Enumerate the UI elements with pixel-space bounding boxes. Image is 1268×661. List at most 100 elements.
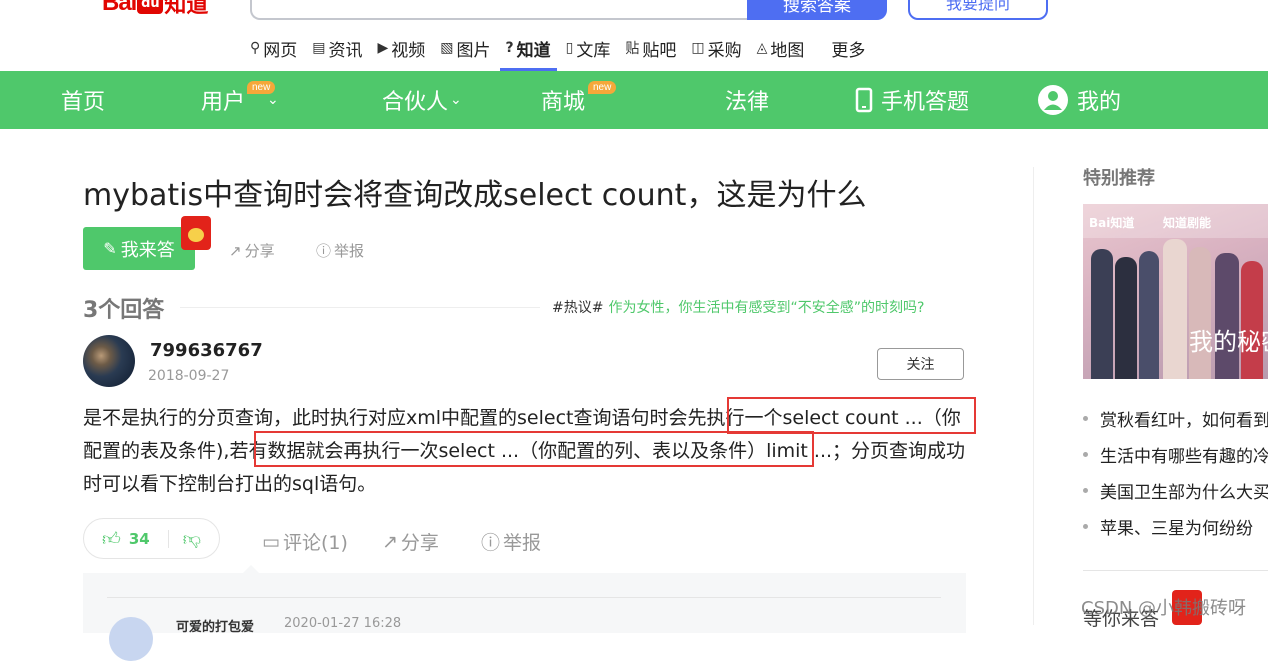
main-nav-mobile-label: 手机答题 [881,90,970,115]
chevron-down-icon: ⌄ [267,92,279,108]
shop-icon: ◫ [691,40,705,56]
search-nav: ⚲ 网页 ▤ 资讯 ▶ 视频 ▧ 图片 ? 知道 ▯ 文库 贴贴吧 ◫ 采购 ◬ 地图 更多 [250,36,880,71]
recommend-banner[interactable]: Bai知道 知道剧能 我的秘密 [1083,204,1268,379]
question-title: mybatis中查询时会将查询改成select count，这是为什么 [83,178,867,213]
watermark: CSDN @小韩搬砖呀 [1081,598,1247,619]
main-nav-partner-label: 合伙人 [382,90,449,115]
avatar[interactable] [83,335,135,387]
list-item[interactable]: 苹果、三星为何纷纷 [1083,508,1268,544]
main-nav-home[interactable]: 首页 [61,71,105,129]
doc-icon: ▯ [565,40,574,56]
main-nav-law-label: 法律 [725,90,770,115]
new-badge: new [588,81,617,94]
divider [167,529,169,548]
main-nav-mobile[interactable]: 手机答题 [855,71,969,129]
nav-caigou[interactable]: ◫ 采购 [691,36,741,61]
highlight-box [254,431,814,467]
top-header: Bai du 知道 搜索答案 我要提问 ⚲ 网页 ▤ 资讯 ▶ 视频 ▧ 图片 ? 知道 … [0,0,1268,71]
banner-figure [1189,247,1211,379]
follow-button[interactable]: 关注 [877,348,964,380]
search-input[interactable] [250,0,747,20]
comment-avatar[interactable] [109,617,153,661]
banner-show: 知道剧能 [1163,216,1212,230]
main-nav-partner[interactable]: 合伙人 ⌄ [382,71,462,129]
image-icon: ▧ [440,40,454,56]
edit-icon: ✎ [103,239,117,258]
main-nav-bar: 首页 用户 ⌄ new 合伙人 ⌄ 商城 new 法律 手机答题 我的 [0,71,1268,129]
main-nav-mall-label: 商城 [541,90,586,115]
hot-topic-link[interactable]: #热议# 作为女性，你生活中有感受到“不安全感”的时刻吗? [552,297,924,317]
divider [180,307,540,308]
banner-figure [1115,257,1137,379]
red-envelope-icon[interactable] [181,216,211,250]
list-item[interactable]: 赏秋看红叶，如何看到 [1083,400,1268,436]
question-share[interactable]: ↗ 分享 [229,240,275,261]
nav-zhidao-label: 知道 [516,40,551,61]
hot-topic-tag: #热议# [552,300,604,316]
nav-web-label: 网页 [263,40,298,61]
list-item[interactable]: 生活中有哪些有趣的冷 [1083,436,1268,472]
user-icon [1038,85,1068,115]
main-nav-mall[interactable]: 商城 [541,71,585,129]
comment-button[interactable]: ▭ 评论(1) [262,528,348,555]
nav-news[interactable]: ▤ 资讯 [312,36,363,61]
nav-wenku[interactable]: ▯ 文库 [565,36,611,61]
main-nav-law[interactable]: 法律 [725,71,769,129]
recommend-list: 赏秋看红叶，如何看到 生活中有哪些有趣的冷 美国卫生部为什么大买 苹果、三星为何… [1083,400,1268,544]
sidebar-title: 特别推荐 [1083,168,1155,189]
divider [107,597,941,598]
like-count: 34 [128,529,150,548]
news-icon: ▤ [312,40,326,56]
highlight-box [727,397,976,434]
answer-date: 2018-09-27 [148,368,230,384]
main-nav-mine[interactable]: 我的 [1038,71,1121,129]
list-item[interactable]: 美国卫生部为什么大买 [1083,472,1268,508]
main-nav-mine-label: 我的 [1077,90,1122,115]
phone-icon [855,87,873,113]
ask-question-button[interactable]: 我要提问 [908,0,1048,20]
main-nav-home-label: 首页 [61,90,106,115]
nav-map[interactable]: ◬ 地图 [757,36,805,61]
banner-figure [1139,251,1159,379]
nav-tieba-label: 贴吧 [642,40,677,61]
search-icon: ⚲ [250,40,261,56]
baidu-zhidao-logo[interactable]: Bai du 知道 [102,0,208,18]
nav-map-label: 地图 [770,40,805,61]
nav-web[interactable]: ⚲ 网页 [250,36,298,61]
banner-figure [1241,261,1263,379]
thumbs-up-icon[interactable]: 👍︎ [102,528,121,550]
answer-report-label: 举报 [503,532,542,554]
main-nav-user-label: 用户 [201,90,246,115]
nav-tieba[interactable]: 贴贴吧 [625,36,677,61]
nav-image[interactable]: ▧ 图片 [440,36,491,61]
banner-figure [1091,249,1113,379]
nav-video[interactable]: ▶ 视频 [377,36,426,61]
answer-report[interactable]: ⓘ 举报 [481,528,541,555]
comment-icon: ▭ [262,530,280,553]
main-nav-user[interactable]: 用户 ⌄ [201,71,279,129]
answer-share-label: 分享 [400,532,439,554]
search-button[interactable]: 搜索答案 [747,0,887,20]
list-item-label: 赏秋看红叶，如何看到 [1100,410,1268,431]
bullet-icon [1083,415,1088,421]
banner-brand: Bai知道 [1089,216,1135,230]
divider [1083,570,1268,571]
answer-button[interactable]: ✎ 我来答 [83,227,195,270]
nav-image-label: 图片 [456,40,491,61]
chevron-down-icon: ⌄ [450,92,462,108]
nav-wenku-label: 文库 [576,40,611,61]
answer-share[interactable]: ↗ 分享 [382,528,439,555]
answer-count: 3个回答 [83,298,165,323]
question-report[interactable]: ⓘ 举报 [316,240,364,261]
nav-zhidao[interactable]: ? 知道 [499,36,557,71]
vote-box: 👍︎ 34 👎︎ [83,518,220,559]
thumbs-down-icon[interactable]: 👎︎ [183,528,201,550]
comment-date: 2020-01-27 16:28 [284,616,402,631]
nav-news-label: 资讯 [328,40,363,61]
nav-more[interactable]: 更多 [831,36,865,61]
banner-caption: 我的秘密 [1189,328,1268,356]
video-icon: ▶ [377,40,389,56]
share-icon: ↗ [382,530,398,553]
comment-username[interactable]: 可爱的打包爱 [176,616,254,635]
answer-username[interactable]: 799636767 [150,340,263,361]
